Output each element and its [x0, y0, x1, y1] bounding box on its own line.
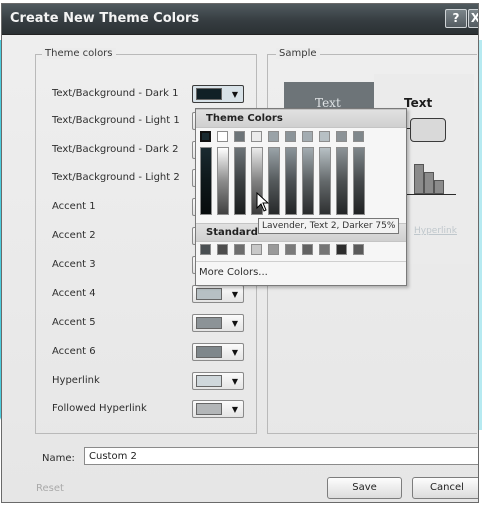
standard-color-swatch[interactable]	[302, 244, 313, 255]
color-picker-button[interactable]: ▼	[192, 372, 244, 390]
standard-color-swatch[interactable]	[353, 244, 364, 255]
theme-color-shade-column[interactable]	[285, 147, 297, 215]
sample-bar-2	[424, 172, 434, 194]
sample-axis	[406, 194, 456, 195]
theme-color-label: Accent 1	[52, 201, 96, 212]
color-picker-button[interactable]: ▼	[192, 85, 244, 103]
theme-color-swatch[interactable]	[251, 131, 262, 142]
close-button[interactable]: X	[468, 9, 478, 28]
theme-color-shade-column[interactable]	[302, 147, 314, 215]
more-colors-link[interactable]: More Colors...	[199, 267, 268, 278]
create-theme-colors-dialog: Create New Theme Colors ? X Theme colors…	[1, 3, 479, 503]
theme-color-swatch[interactable]	[268, 131, 279, 142]
standard-color-swatch[interactable]	[336, 244, 347, 255]
theme-colors-group-label: Theme colors	[42, 48, 116, 59]
color-swatch	[196, 346, 222, 358]
reset-button: Reset	[36, 483, 64, 494]
sample-light-text: Text	[404, 96, 433, 110]
color-picker-button[interactable]: ▼	[192, 285, 244, 303]
color-swatch	[196, 375, 222, 387]
cancel-button[interactable]: Cancel	[412, 477, 478, 499]
theme-color-shade-column[interactable]	[319, 147, 331, 215]
dropdown-arrow-icon: ▼	[231, 405, 238, 414]
theme-color-label: Accent 6	[52, 346, 96, 357]
theme-color-label: Text/Background - Light 2	[52, 172, 180, 183]
theme-color-shade-column[interactable]	[336, 147, 348, 215]
theme-color-swatch[interactable]	[302, 131, 313, 142]
color-swatch	[196, 88, 222, 100]
theme-color-swatch[interactable]	[336, 131, 347, 142]
color-picker-button[interactable]: ▼	[192, 400, 244, 418]
color-picker-dropdown: Theme Colors Standard More Colors...	[195, 108, 407, 286]
sample-group-label: Sample	[276, 48, 320, 59]
standard-color-swatch[interactable]	[268, 244, 279, 255]
sample-bar-1	[414, 164, 424, 194]
theme-colors-header: Theme Colors	[196, 109, 406, 128]
theme-color-label: Accent 4	[52, 288, 96, 299]
standard-color-swatch[interactable]	[251, 244, 262, 255]
color-swatch	[196, 288, 222, 300]
standard-color-swatch[interactable]	[319, 244, 330, 255]
standard-color-swatch[interactable]	[217, 244, 228, 255]
theme-color-shade-column[interactable]	[200, 147, 212, 215]
sample-hyperlink: Hyperlink	[414, 226, 457, 236]
dropdown-arrow-icon: ▼	[231, 90, 238, 99]
theme-color-shade-column[interactable]	[353, 147, 365, 215]
name-label: Name:	[42, 453, 75, 464]
standard-color-swatch[interactable]	[234, 244, 245, 255]
color-swatch	[196, 317, 222, 329]
dropdown-arrow-icon: ▼	[231, 348, 238, 357]
dropdown-separator	[196, 261, 406, 262]
dialog-title: Create New Theme Colors	[10, 11, 200, 26]
sample-bar-3	[434, 180, 444, 194]
dropdown-arrow-icon: ▼	[231, 377, 238, 386]
theme-color-label: Accent 2	[52, 230, 96, 241]
theme-color-label: Text/Background - Light 1	[52, 115, 180, 126]
theme-color-label: Accent 3	[52, 259, 96, 270]
theme-color-swatch[interactable]	[200, 131, 211, 142]
title-bar: Create New Theme Colors ? X	[2, 4, 478, 35]
theme-color-shade-column[interactable]	[217, 147, 229, 215]
dropdown-arrow-icon: ▼	[231, 290, 238, 299]
color-picker-button[interactable]: ▼	[192, 314, 244, 332]
theme-color-swatch[interactable]	[319, 131, 330, 142]
theme-color-shade-column[interactable]	[234, 147, 246, 215]
theme-color-label: Text/Background - Dark 1	[52, 88, 179, 99]
theme-color-swatch[interactable]	[353, 131, 364, 142]
standard-color-swatch[interactable]	[200, 244, 211, 255]
theme-color-label: Hyperlink	[52, 375, 100, 386]
help-button[interactable]: ?	[445, 9, 467, 28]
theme-color-label: Accent 5	[52, 317, 96, 328]
theme-color-label: Text/Background - Dark 2	[52, 144, 179, 155]
save-button[interactable]: Save	[327, 477, 402, 499]
color-picker-button[interactable]: ▼	[192, 343, 244, 361]
theme-color-swatch[interactable]	[285, 131, 296, 142]
theme-color-swatch[interactable]	[234, 131, 245, 142]
mouse-cursor-icon	[256, 192, 270, 212]
dropdown-arrow-icon: ▼	[231, 319, 238, 328]
name-input[interactable]	[84, 447, 478, 465]
theme-color-swatch[interactable]	[217, 131, 228, 142]
sample-shape	[410, 118, 446, 142]
color-tooltip: Lavender, Text 2, Darker 75%	[258, 218, 400, 234]
color-swatch	[196, 403, 222, 415]
theme-color-label: Followed Hyperlink	[52, 403, 147, 414]
standard-color-swatch[interactable]	[285, 244, 296, 255]
